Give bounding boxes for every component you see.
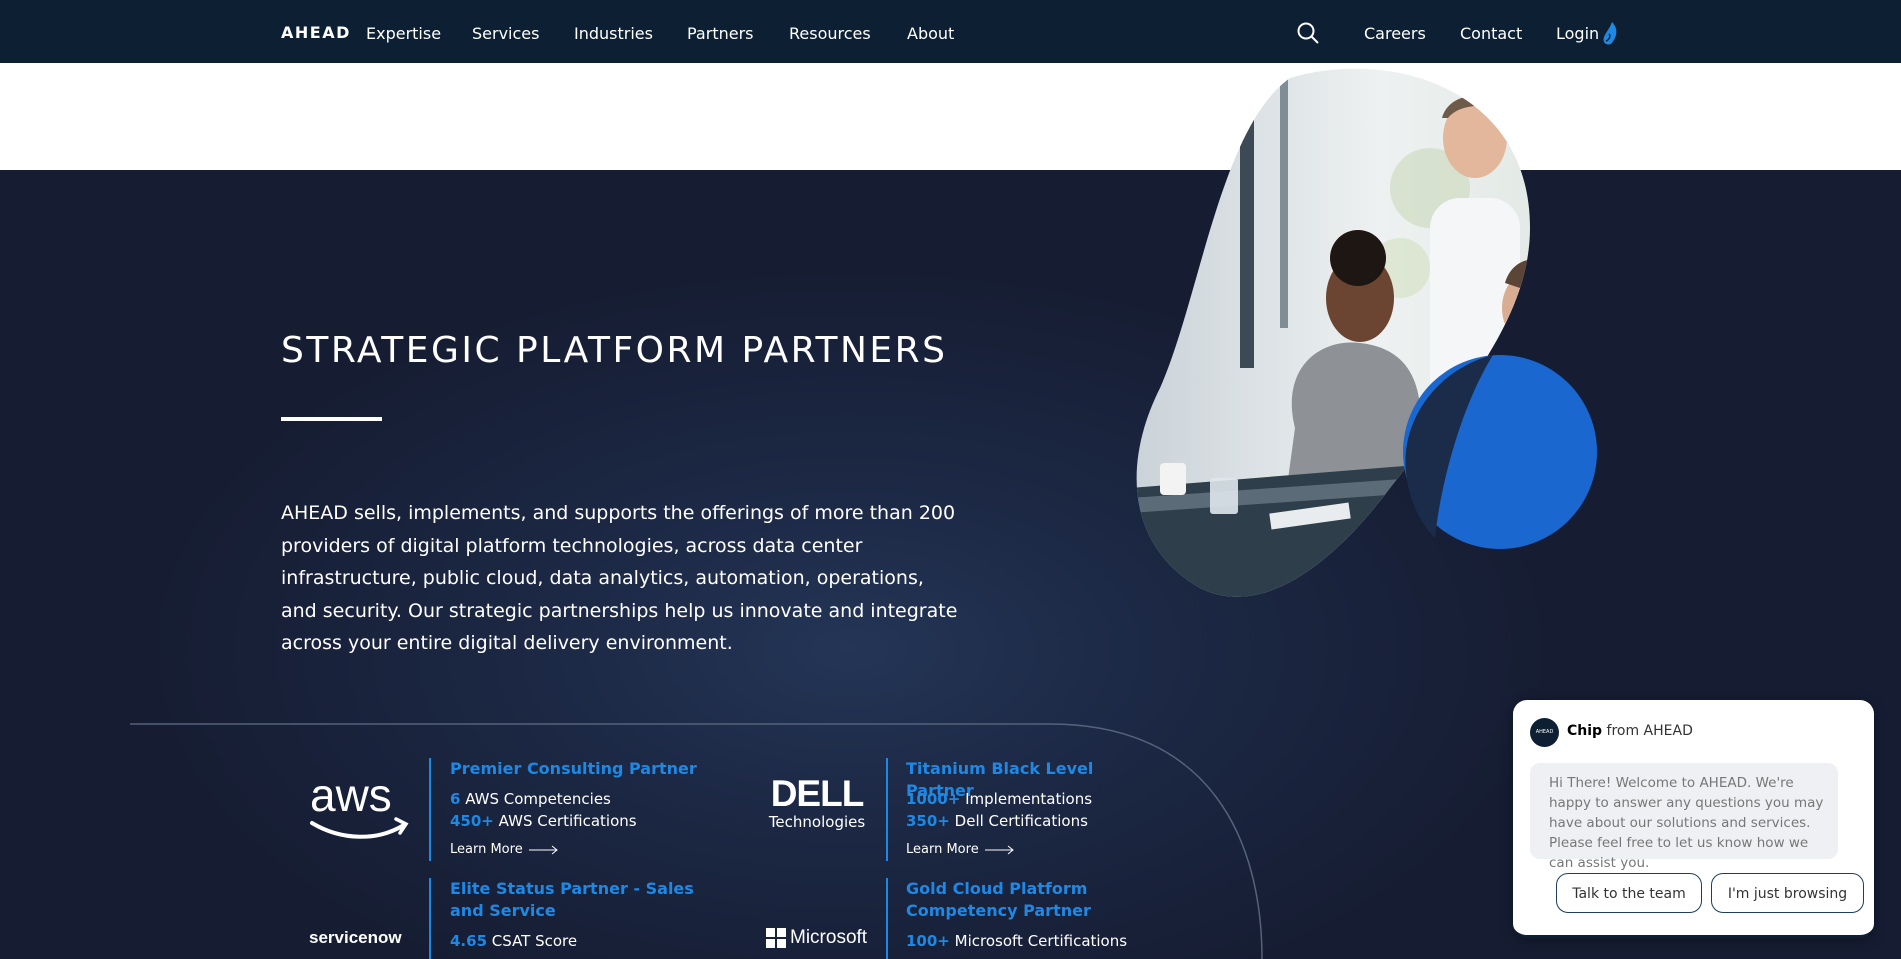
just-browsing-button[interactable]: I'm just browsing <box>1711 873 1864 913</box>
nav-expertise[interactable]: Expertise <box>366 24 441 43</box>
arrow-right-icon <box>528 845 558 854</box>
servicenow-stat-1: 4.65 CSAT Score <box>450 932 577 950</box>
dell-logo-bottom: Technologies <box>768 813 866 831</box>
section-description: AHEAD sells, implements, and supports th… <box>281 502 958 654</box>
chat-welcome-message: Hi There! Welcome to AHEAD. We're happy … <box>1530 763 1838 871</box>
dell-stat-1-num: 1000+ <box>906 790 961 808</box>
dell-divider <box>886 758 888 861</box>
aws-logo-text: aws <box>310 775 392 821</box>
aws-stat-2-text: AWS Certifications <box>498 812 637 830</box>
nav-industries[interactable]: Industries <box>574 24 653 43</box>
dell-stat-2-num: 350+ <box>906 812 950 830</box>
aws-stat-2-num: 450+ <box>450 812 494 830</box>
login-drop-icon[interactable] <box>1602 22 1618 46</box>
aws-stat-1: 6 AWS Competencies <box>450 790 611 808</box>
microsoft-logo: Microsoft <box>766 927 867 949</box>
microsoft-stat-1-num: 100+ <box>906 932 950 950</box>
dell-logo-top: DELL <box>770 773 865 814</box>
microsoft-windows-icon <box>766 928 786 948</box>
team-meeting-photo <box>1136 68 1597 597</box>
nav-contact[interactable]: Contact <box>1460 24 1522 43</box>
microsoft-stat-1: 100+ Microsoft Certifications <box>906 932 1127 950</box>
chat-agent-name: Chip <box>1567 723 1603 739</box>
nav-services[interactable]: Services <box>472 24 539 43</box>
microsoft-divider <box>886 878 888 959</box>
servicenow-stat-1-text: CSAT Score <box>491 932 578 950</box>
microsoft-stat-1-text: Microsoft Certifications <box>954 932 1128 950</box>
chat-agent-from: from AHEAD <box>1602 723 1693 739</box>
aws-learn-more-label: Learn More <box>450 842 523 857</box>
aws-stat-2: 450+ AWS Certifications <box>450 812 637 830</box>
aws-learn-more-link[interactable]: Learn More <box>450 842 559 857</box>
dell-learn-more-link[interactable]: Learn More <box>906 842 1015 857</box>
aws-logo: aws <box>310 775 409 839</box>
search-icon[interactable] <box>1297 22 1319 44</box>
microsoft-logo-text: Microsoft <box>790 927 868 948</box>
dell-stat-2-text: Dell Certifications <box>954 812 1088 830</box>
ahead-logo[interactable]: AHEAD <box>281 23 351 42</box>
chat-avatar: AHEAD <box>1530 718 1559 747</box>
top-navigation: AHEAD Expertise Services Industries Part… <box>0 0 1901 63</box>
section-title: STRATEGIC PLATFORM PARTNERS <box>281 330 948 371</box>
chat-agent-header: Chip from AHEAD <box>1567 723 1693 739</box>
nav-partners[interactable]: Partners <box>687 24 753 43</box>
servicenow-partner-level: Elite Status Partner - Sales and Service <box>450 879 694 920</box>
title-underline <box>281 417 382 421</box>
microsoft-partner-level: Gold Cloud Platform Competency Partner <box>906 879 1091 920</box>
servicenow-logo: servicenow <box>309 928 402 947</box>
dell-technologies-logo: DELL Technologies <box>766 773 868 832</box>
servicenow-divider <box>429 878 431 959</box>
dell-stat-2: 350+ Dell Certifications <box>906 812 1088 830</box>
aws-partner-level: Premier Consulting Partner <box>450 759 697 778</box>
dell-stat-1-text: Implementations <box>965 790 1093 808</box>
talk-to-team-button[interactable]: Talk to the team <box>1556 873 1702 913</box>
nav-careers[interactable]: Careers <box>1364 24 1426 43</box>
chat-widget: AHEAD Chip from AHEAD Hi There! Welcome … <box>1513 700 1874 938</box>
dell-stat-1: 1000+ Implementations <box>906 790 1092 808</box>
aws-divider <box>429 758 431 861</box>
partners-arc <box>130 723 1263 959</box>
nav-about[interactable]: About <box>907 24 954 43</box>
nav-login[interactable]: Login <box>1556 24 1599 43</box>
aws-stat-1-num: 6 <box>450 790 461 808</box>
dell-learn-more-label: Learn More <box>906 842 979 857</box>
arrow-right-icon <box>984 845 1014 854</box>
nav-resources[interactable]: Resources <box>789 24 871 43</box>
aws-stat-1-text: AWS Competencies <box>465 790 611 808</box>
servicenow-stat-1-num: 4.65 <box>450 932 488 950</box>
